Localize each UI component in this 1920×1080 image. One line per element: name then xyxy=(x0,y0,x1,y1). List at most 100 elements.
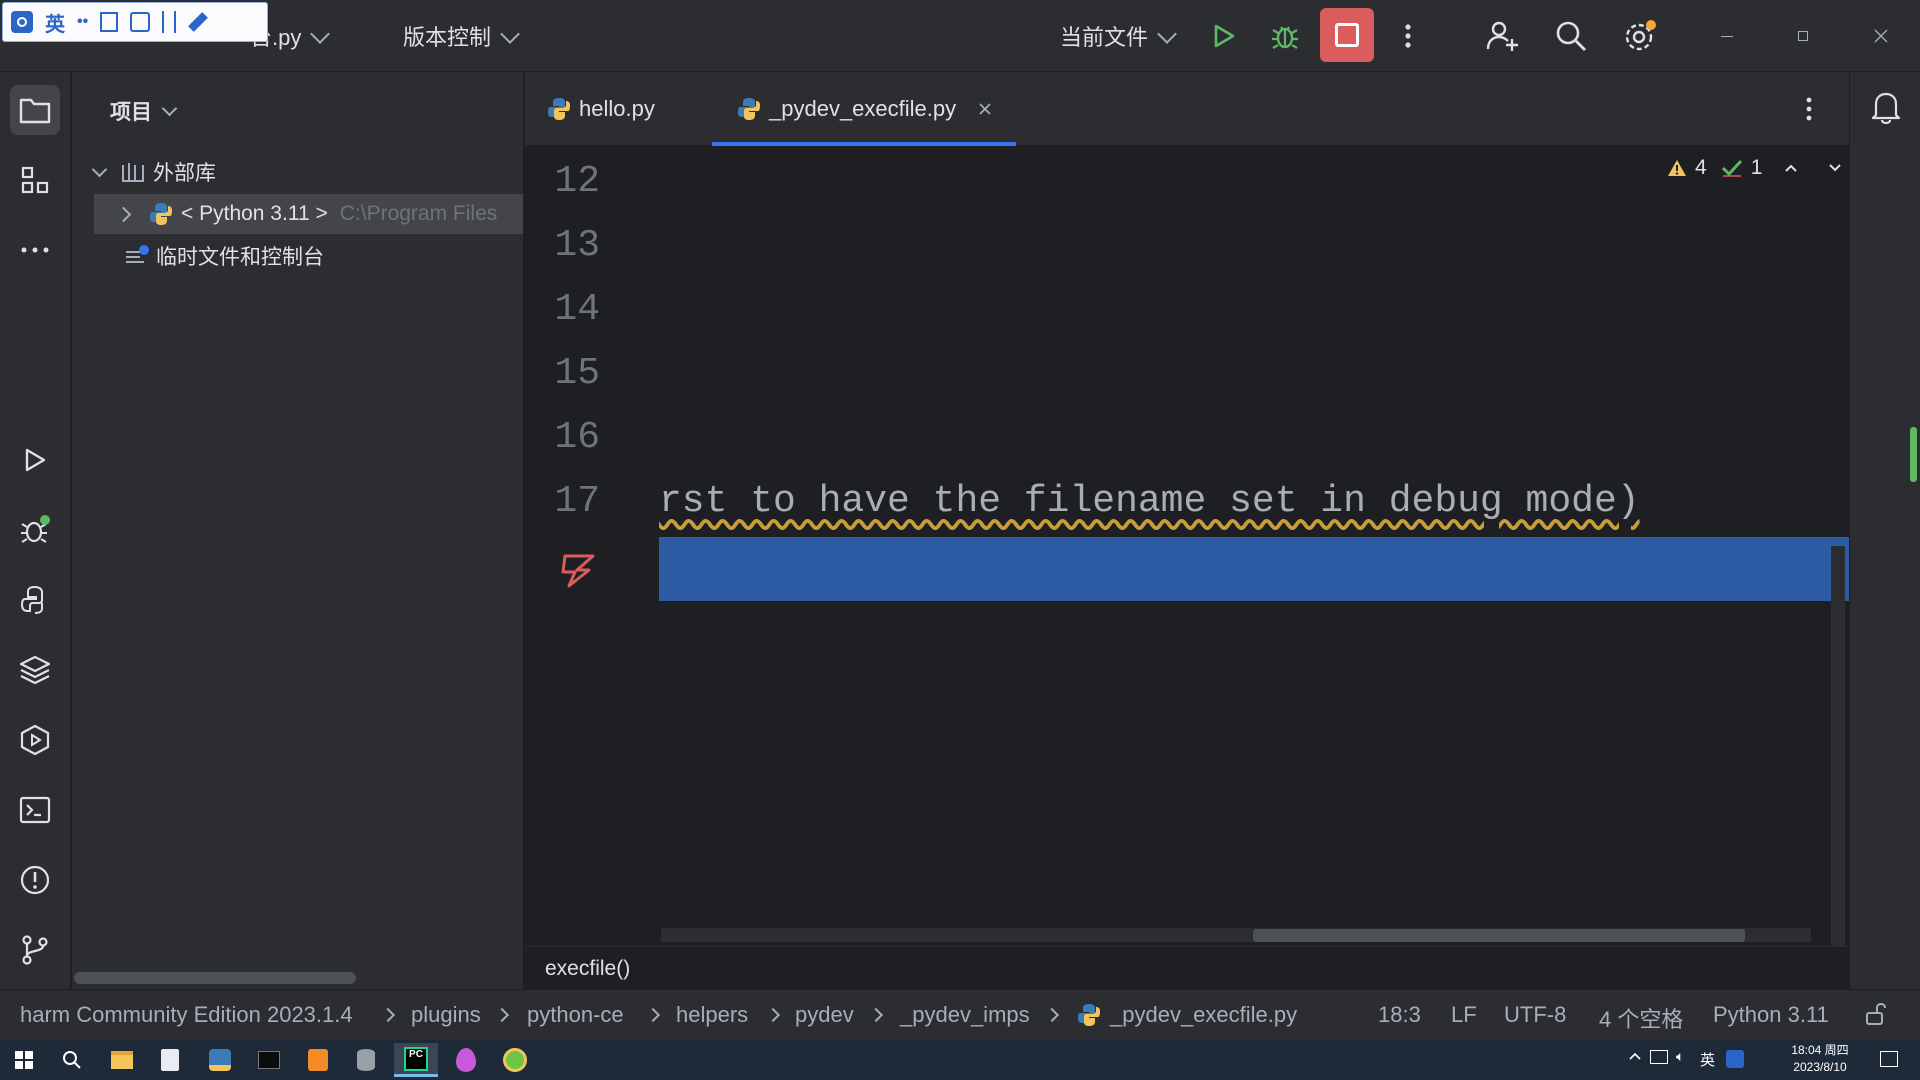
tray-ime-indicator[interactable]: 英 xyxy=(1700,1049,1715,1070)
execution-point-icon[interactable] xyxy=(559,550,599,590)
ime-toolbar[interactable]: 英 •• xyxy=(2,2,268,42)
tab-hello-py[interactable]: hello.py xyxy=(547,72,655,146)
tree-item-python-sdk[interactable]: < Python 3.11 > C:\Program Files xyxy=(94,194,523,234)
inspection-widget[interactable]: 4 1 xyxy=(1667,156,1842,180)
python-console-button[interactable] xyxy=(10,575,60,625)
browser-icon xyxy=(503,1048,527,1072)
notifications-button[interactable] xyxy=(1870,90,1902,124)
project-panel-title: 项目 xyxy=(110,101,152,124)
close-icon[interactable] xyxy=(978,102,992,116)
terminal-tool-button[interactable] xyxy=(10,785,60,835)
tree-item-scratches[interactable]: 临时文件和控制台 xyxy=(72,236,523,276)
status-bar: harm Community Edition 2023.1.4 plugins … xyxy=(0,989,1920,1039)
path-segment[interactable]: _pydev_imps xyxy=(900,1002,1030,1028)
debug-button[interactable] xyxy=(1263,14,1307,58)
volume-icon[interactable]: 🔈︎ xyxy=(1676,1048,1684,1065)
network-icon[interactable] xyxy=(1650,1050,1668,1064)
tab-pydev-execfile[interactable]: _pydev_execfile.py xyxy=(737,72,992,146)
settings-button[interactable] xyxy=(1618,14,1662,58)
python-packages-button[interactable] xyxy=(10,645,60,695)
taskbar-python[interactable] xyxy=(200,1043,240,1077)
tab-label: hello.py xyxy=(579,96,655,121)
horizontal-scrollbar[interactable] xyxy=(74,972,356,984)
more-vertical-icon xyxy=(1405,24,1411,48)
tray-clock[interactable]: 18:04 周四 2023/8/10 xyxy=(1760,1042,1880,1076)
ime-swap-icon[interactable] xyxy=(162,11,177,33)
chevron-right-icon xyxy=(765,1007,781,1023)
debug-tool-button[interactable] xyxy=(10,505,60,555)
tree-item-external-libraries[interactable]: 外部库 xyxy=(72,152,523,192)
vcs-menu[interactable]: 版本控制 xyxy=(403,20,520,52)
python-icon xyxy=(548,98,570,120)
clock-date: 2023/8/10 xyxy=(1793,1060,1847,1074)
problems-icon xyxy=(20,865,50,895)
scratches-icon xyxy=(126,245,149,263)
ime-lang-toggle[interactable]: 英 xyxy=(45,8,65,37)
interpreter-selector[interactable]: Python 3.11 xyxy=(1713,1002,1829,1028)
vertical-scrollbar[interactable] xyxy=(1831,546,1845,946)
caret-position[interactable]: 18:3 xyxy=(1378,1002,1421,1028)
breadcrumb-function[interactable]: execfile() xyxy=(545,957,630,981)
action-center-icon[interactable] xyxy=(1880,1051,1898,1067)
drop-icon xyxy=(456,1048,476,1072)
taskbar-explorer[interactable] xyxy=(102,1043,142,1077)
taskbar-app-drop[interactable] xyxy=(446,1043,486,1077)
run-config-label: 当前文件 xyxy=(1060,25,1149,50)
project-tool-button[interactable] xyxy=(10,85,60,135)
path-segment[interactable]: plugins xyxy=(411,1002,481,1028)
wrench-icon[interactable] xyxy=(188,12,209,32)
code-editor[interactable]: 12 13 14 15 16 17 rst to have the filena… xyxy=(525,146,1849,946)
tray-expand-icon[interactable] xyxy=(1628,1051,1642,1061)
file-encoding[interactable]: UTF-8 xyxy=(1504,1002,1566,1028)
code-with-me-button[interactable] xyxy=(1480,14,1524,58)
vcs-label: 版本控制 xyxy=(403,25,492,50)
close-window-button[interactable] xyxy=(1859,14,1903,58)
horizontal-scrollbar-thumb[interactable] xyxy=(1253,929,1745,942)
folder-icon xyxy=(19,98,51,124)
more-tools-button[interactable] xyxy=(10,225,60,275)
ime-edit-icon[interactable] xyxy=(130,12,151,32)
stop-button[interactable] xyxy=(1320,8,1374,62)
taskbar-search-button[interactable] xyxy=(52,1043,92,1077)
left-tool-strip xyxy=(0,72,71,989)
run-tool-button[interactable] xyxy=(10,435,60,485)
taskbar-sublime[interactable] xyxy=(298,1043,338,1077)
chevron-right-icon xyxy=(380,1007,396,1023)
python-icon xyxy=(738,98,760,120)
taskbar-browser[interactable] xyxy=(495,1043,535,1077)
more-actions-button[interactable] xyxy=(1386,14,1430,58)
path-segment[interactable]: pydev xyxy=(795,1002,854,1028)
git-tool-button[interactable] xyxy=(10,925,60,975)
path-segment[interactable]: harm Community Edition 2023.1.4 xyxy=(20,1002,353,1028)
chevron-right-icon xyxy=(645,1007,661,1023)
chevron-down-icon[interactable] xyxy=(1828,163,1842,173)
path-segment[interactable]: helpers xyxy=(676,1002,748,1028)
line-separator[interactable]: LF xyxy=(1451,1002,1477,1028)
restore-button[interactable] xyxy=(1781,14,1825,58)
path-segment[interactable]: _pydev_execfile.py xyxy=(1110,1002,1297,1028)
taskbar-terminal[interactable] xyxy=(249,1043,289,1077)
tray-ime-logo-icon[interactable] xyxy=(1726,1050,1744,1068)
taskbar-pycharm[interactable]: PC xyxy=(394,1043,438,1077)
minimize-button[interactable] xyxy=(1705,14,1749,58)
run-button[interactable] xyxy=(1202,14,1246,58)
taskbar-notepad[interactable] xyxy=(150,1043,190,1077)
path-segment[interactable]: python-ce xyxy=(527,1002,624,1028)
start-button[interactable] xyxy=(4,1043,44,1077)
structure-tool-button[interactable] xyxy=(10,155,60,205)
taskbar-database[interactable] xyxy=(346,1043,386,1077)
run-config-selector[interactable]: 当前文件 xyxy=(1060,20,1177,52)
indent-setting[interactable]: 4 个空格 xyxy=(1599,1002,1683,1034)
ime-punctuation-icon[interactable]: •• xyxy=(77,13,88,31)
services-tool-button[interactable] xyxy=(10,715,60,765)
windows-taskbar: PC 🔈︎ 英 18:04 周四 2023/8/10 xyxy=(0,1039,1920,1080)
ime-softkeyboard-icon[interactable] xyxy=(100,12,119,32)
search-button[interactable] xyxy=(1549,14,1593,58)
lock-open-icon[interactable] xyxy=(1865,1002,1887,1026)
terminal-icon xyxy=(19,796,51,824)
chevron-up-icon[interactable] xyxy=(1784,163,1798,173)
tab-options-button[interactable] xyxy=(1805,96,1813,122)
python-console-icon xyxy=(20,585,44,614)
project-panel-header[interactable]: 项目 xyxy=(110,96,178,126)
problems-tool-button[interactable] xyxy=(10,855,60,905)
